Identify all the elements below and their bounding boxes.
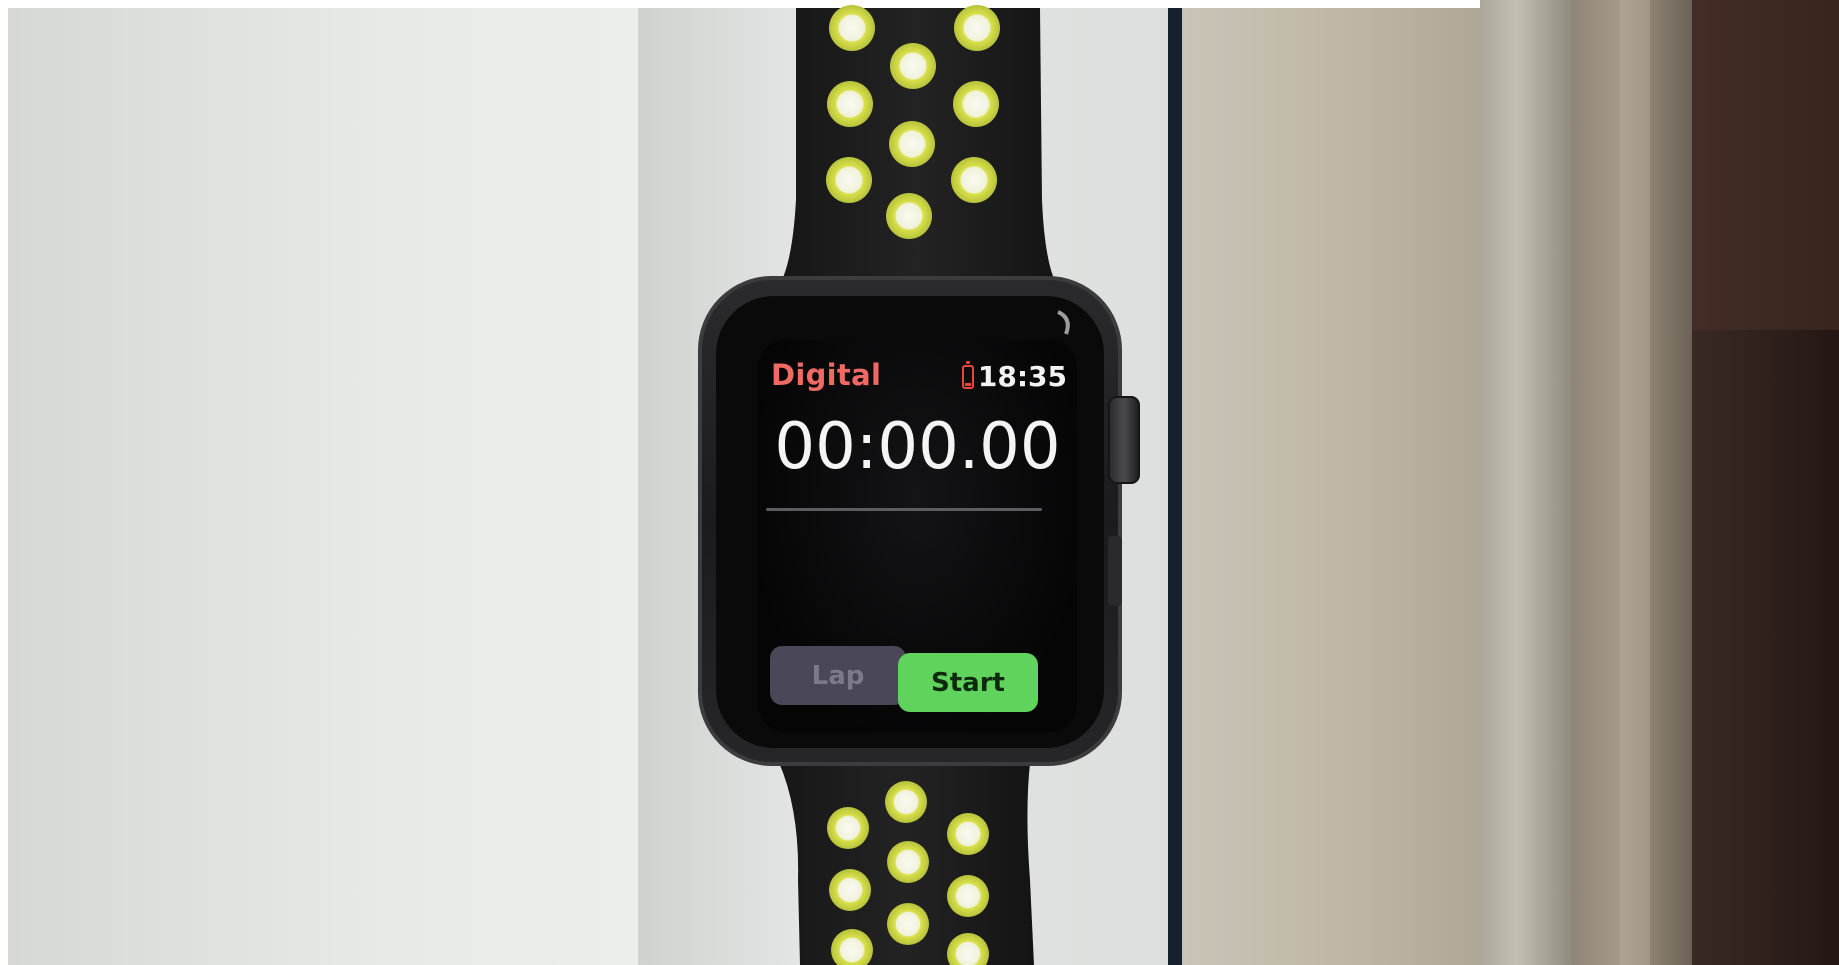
watch-screen: Digital 18:35 00:00.00 Lap Start [758, 340, 1077, 732]
app-title: Digital [771, 358, 882, 392]
time-divider [766, 508, 1042, 511]
status-time: 18:35 [977, 360, 1067, 393]
start-button[interactable]: Start [898, 653, 1038, 712]
digital-crown-icon[interactable] [1108, 396, 1140, 484]
stopwatch-elapsed-time: 00:00.00 [774, 410, 1061, 484]
status-bar: 18:35 [961, 360, 1067, 393]
battery-low-icon [961, 360, 974, 389]
photo-scene: Digital 18:35 00:00.00 Lap Start [0, 0, 1839, 965]
lap-button[interactable]: Lap [770, 646, 906, 705]
